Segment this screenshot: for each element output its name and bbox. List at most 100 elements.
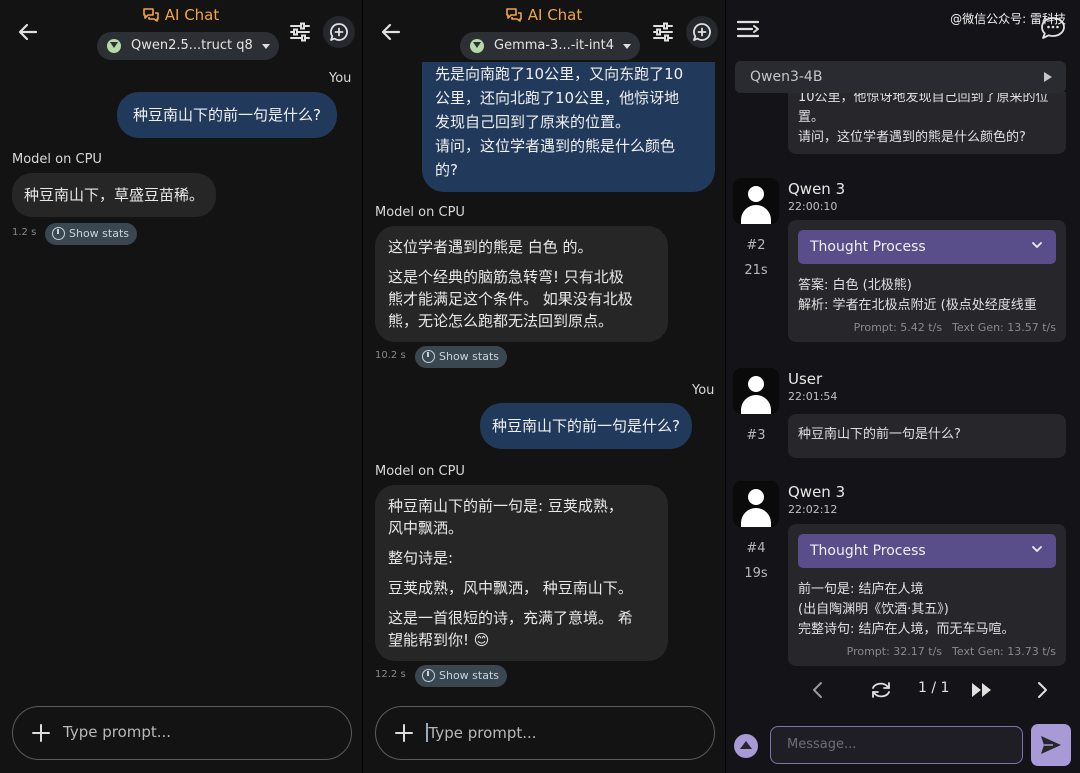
app-title-label: AI Chat: [164, 6, 220, 24]
send-button[interactable]: [1031, 724, 1071, 766]
model-selector-chip[interactable]: Qwen2.5...truct q8: [97, 32, 279, 60]
message-card: Thought Process 答案: 白色 (北极熊) 解析: 学者在北极点附…: [788, 220, 1066, 342]
user-message-line: 公里，还向北跑了10公里，他惊讶地: [435, 89, 680, 107]
user-message-line: 的?: [435, 161, 458, 179]
tune-icon[interactable]: [651, 20, 675, 44]
chat-panel-2: AI Chat Gemma-3...-it-int4 先是向南跑了10公里，又向…: [363, 0, 725, 773]
message-line: 置。: [798, 110, 825, 125]
prompt-placeholder-text: Type prompt...: [428, 724, 537, 742]
back-arrow-icon[interactable]: [379, 20, 403, 44]
model-label: Model on CPU: [375, 205, 465, 220]
menu-icon[interactable]: [736, 18, 760, 40]
model-reply-line: 种豆南山下的前一句是: 豆荚成熟，: [388, 497, 623, 515]
model-reply-text: 种豆南山下，草盛豆苗稀。: [24, 186, 205, 204]
model-reply-line: 熊才能满足这个条件。 如果没有北极: [388, 290, 633, 308]
model-reply: 种豆南山下，草盛豆苗稀。: [12, 173, 217, 217]
chat-bubbles-icon: [142, 8, 159, 22]
chevron-down-icon: [623, 44, 632, 49]
send-icon: [1041, 736, 1061, 754]
prompt-placeholder: Type prompt...: [63, 723, 172, 741]
watermark: @微信公众号: 雷科技: [950, 12, 1066, 26]
message-sender: User: [788, 370, 823, 388]
show-stats-label: Show stats: [69, 227, 130, 240]
thought-process-label: Thought Process: [810, 543, 926, 559]
new-chat-button[interactable]: [686, 16, 718, 48]
regenerate-icon[interactable]: [870, 680, 892, 700]
prompt-speed: Prompt: 5.42 t/s: [853, 321, 943, 334]
user-message-line: 发现自己回到了原来的位置。: [435, 113, 631, 131]
model-reply-paragraph: 豆荚成熟，风中飘洒， 种豆南山下。: [388, 579, 633, 597]
message-line: 解析: 学者在北极点附近 (极点处经度线重: [798, 298, 1037, 313]
message-time: 22:01:54: [788, 390, 838, 403]
model-reply-line: 望能帮到你! 😊: [388, 631, 490, 649]
model-reply-paragraph: 这是个经典的脑筋急转弯! 只有北极 熊才能满足这个条件。 如果没有北极 熊，无论…: [388, 266, 656, 332]
model-selector[interactable]: Qwen3-4B: [735, 61, 1066, 93]
text-caret: [426, 723, 428, 742]
model-selector-chip[interactable]: Gemma-3...-it-int4: [460, 32, 641, 60]
response-duration: 12.2 s: [375, 669, 406, 680]
new-chat-icon: [693, 23, 711, 41]
model-reply-line: 熊，无论怎么跑都无法回到原点。: [388, 312, 614, 330]
thought-process-toggle[interactable]: Thought Process: [798, 230, 1056, 264]
message-line: 完整诗句: 结庐在人境，而无车马喧。: [798, 622, 1015, 637]
prompt-speed: Prompt: 32.17 t/s: [846, 645, 943, 658]
message-input[interactable]: Message...: [770, 726, 1023, 764]
you-label: You: [692, 383, 715, 398]
show-stats-button[interactable]: Show stats: [45, 223, 138, 245]
message-number: #2: [746, 238, 766, 253]
play-icon[interactable]: [1044, 72, 1052, 82]
chevron-down-icon: [1032, 546, 1042, 553]
message-sender: Qwen 3: [788, 180, 846, 198]
new-chat-icon: [330, 23, 348, 41]
model-reply-paragraph: 这位学者遇到的熊是 白色 的。: [388, 238, 593, 256]
you-label: You: [329, 71, 352, 86]
message-line: 前一句是: 结庐在人境: [798, 582, 924, 597]
user-message-text: 种豆南山下的前一句是什么?: [133, 106, 321, 124]
chevron-down-icon: [261, 44, 270, 49]
page-counter: 1 / 1: [918, 680, 950, 696]
prompt-placeholder: Type prompt...: [426, 723, 537, 742]
plus-icon[interactable]: [394, 723, 414, 743]
model-reply-paragraph: 这是一首很短的诗，充满了意境。 希 望能帮到你! 😊: [388, 607, 656, 651]
message-number: #4: [746, 541, 766, 556]
thought-process-toggle[interactable]: Thought Process: [798, 534, 1056, 568]
text-gen-speed: Text Gen: 13.57 t/s: [952, 321, 1056, 334]
model-reply: 这位学者遇到的熊是 白色 的。 这是个经典的脑筋急转弯! 只有北极 熊才能满足这…: [375, 226, 668, 342]
user-message-text: 种豆南山下的前一句是什么?: [492, 417, 680, 435]
model-label: Model on CPU: [12, 152, 102, 167]
message-time: 22:00:10: [788, 200, 838, 213]
new-chat-button[interactable]: [323, 16, 355, 48]
model-chip-label: Gemma-3...-it-int4: [494, 38, 615, 53]
show-stats-label: Show stats: [439, 350, 500, 363]
avatar-icon: [733, 178, 779, 224]
chevron-down-icon: [1032, 242, 1042, 249]
show-stats-button[interactable]: Show stats: [415, 665, 508, 687]
prompt-input[interactable]: Type prompt...: [375, 706, 715, 760]
model-chip-label: Qwen2.5...truct q8: [131, 38, 253, 53]
chat-bubbles-icon: [505, 8, 522, 22]
show-stats-button[interactable]: Show stats: [415, 346, 508, 368]
message-line: (出自陶渊明《饮酒·其五》): [798, 602, 949, 617]
model-label: Model on CPU: [375, 464, 465, 479]
thought-process-label: Thought Process: [810, 239, 926, 255]
avatar-icon: [733, 481, 779, 527]
message-card: 10公里，他惊讶地发现自己回到了原来的位 置。 请问，这位学者遇到的熊是什么颜色…: [788, 84, 1066, 154]
message-line: 请问，这位学者遇到的熊是什么颜色的?: [798, 130, 1026, 145]
fast-forward-icon[interactable]: [970, 680, 994, 700]
chevron-left-icon[interactable]: [811, 680, 825, 700]
message-line: 答案: 白色 (北极熊): [798, 278, 912, 293]
message-card: 种豆南山下的前一句是什么?: [788, 414, 1066, 458]
show-stats-label: Show stats: [439, 669, 500, 682]
prompt-input[interactable]: Type prompt...: [12, 706, 352, 760]
plus-icon[interactable]: [31, 723, 51, 743]
model-reply-line: 这是一首很短的诗，充满了意境。 希: [388, 609, 633, 627]
model-selector-label: Qwen3-4B: [750, 69, 823, 85]
chevron-right-icon[interactable]: [1035, 680, 1049, 700]
response-duration: 1.2 s: [12, 227, 37, 238]
download-icon: [107, 39, 121, 53]
timer-icon: [52, 227, 65, 240]
tune-icon[interactable]: [288, 20, 312, 44]
text-gen-speed: Text Gen: 13.73 t/s: [952, 645, 1056, 658]
message-time: 22:02:12: [788, 503, 838, 516]
expand-icon[interactable]: [734, 734, 758, 758]
